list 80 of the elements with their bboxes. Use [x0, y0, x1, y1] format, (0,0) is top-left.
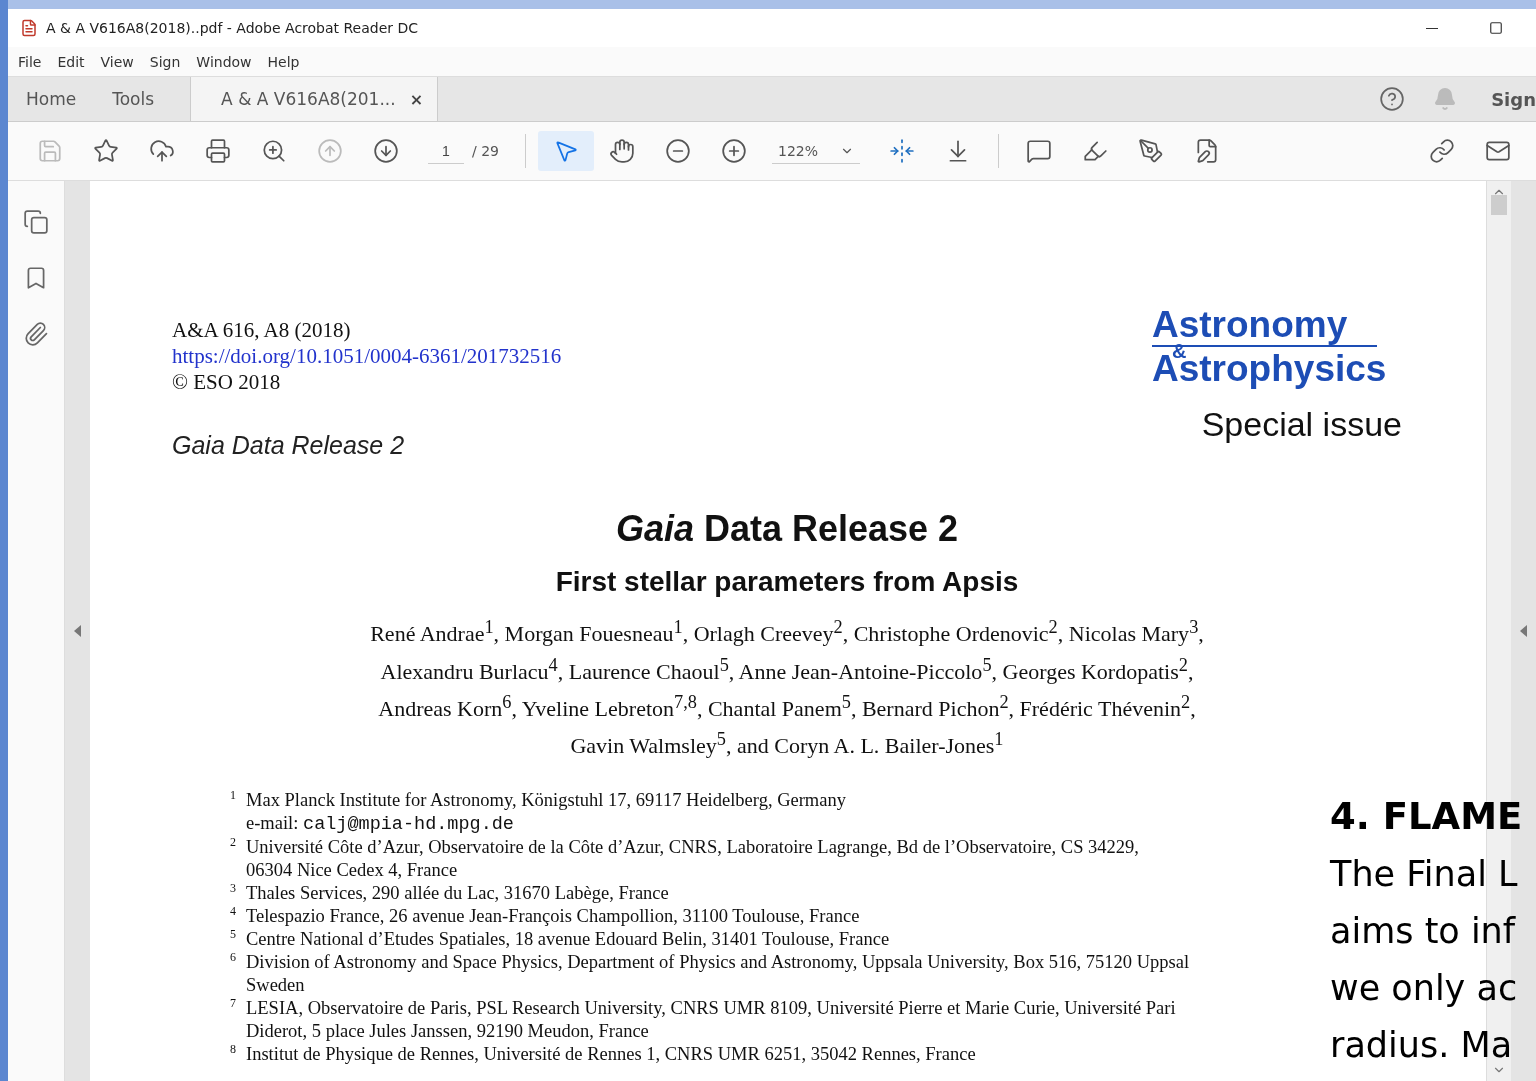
page-count: / 29: [472, 143, 499, 159]
footnote-number: 6: [230, 951, 237, 967]
minus-circle-icon: [665, 138, 691, 164]
author-line: Gavin Walmsley$^{5}$, and Coryn A. L. Bailer-Jones$^{1}$: [569, 728, 1005, 761]
affiliation-line: LESIA, Observatoire de Paris, PSL Research University, CNRS UMR 8109, Université Pierre et Marie Curie, Université Pari: [246, 997, 1176, 1021]
doi-link[interactable]: https://doi.org/10.1051/0004-6361/201732516: [172, 344, 562, 368]
zoom-dropdown[interactable]: 122%: [772, 138, 860, 164]
special-issue-label: Special issue: [1200, 405, 1402, 444]
collapse-right-icon[interactable]: [1520, 625, 1527, 637]
menu-item[interactable]: Help: [261, 51, 306, 72]
slide-text-line: we only ac: [1330, 967, 1518, 1010]
scroll-thumb[interactable]: [1491, 195, 1507, 215]
tab[interactable]: Home: [8, 77, 95, 121]
fit-width-icon: [889, 138, 915, 164]
attachments-button[interactable]: [23, 321, 49, 347]
minimize-icon: [1426, 27, 1438, 29]
cloud-upload-icon: [149, 138, 175, 164]
envelope-icon: [1485, 138, 1511, 164]
citation: A&A 616, A8 (2018): [172, 317, 352, 343]
select-tool-button[interactable]: [538, 131, 594, 171]
tab-label: A & A V616A8(201...: [221, 89, 396, 109]
link-icon: [1429, 138, 1455, 164]
arrow-down-circle-icon: [373, 138, 399, 164]
speech-bubble-icon: [1026, 138, 1052, 164]
pen-nib-icon: [1138, 138, 1164, 164]
series-title: Gaia Data Release 2: [172, 431, 406, 460]
slide-text-line: The Final L: [1330, 853, 1518, 896]
maximize-icon: [1489, 21, 1503, 35]
tab[interactable]: A & A V616A8(201... ×: [190, 77, 439, 121]
copyright: © ESO 2018: [172, 369, 282, 395]
slide-text-line: radius. Ma: [1330, 1024, 1513, 1067]
menu-item[interactable]: View: [94, 51, 140, 72]
author-line: Andreas Korn$^{6}$, Yveline Lebreton$^{7,8}$, Chantal Panem$^{5}$, Bernard Pichon$^{2}$, Frédéric Thévenin$^{2}$,: [377, 690, 1197, 723]
footnote-number: 2: [230, 836, 237, 852]
paperclip-icon: [23, 321, 49, 347]
affiliation-line: Thales Services, 290 allée du Lac, 31670 Labège, France: [246, 882, 669, 906]
affiliation-line: Division of Astronomy and Space Physics, Department of Physics and Astronomy, Uppsala University, Box 516, 75120 Uppsal: [246, 951, 1190, 975]
arrow-up-circle-icon: [317, 138, 343, 164]
pages-icon: [23, 209, 49, 235]
footnote-number: 4: [230, 905, 237, 921]
paper-subtitle: First stellar parameters from Apsis: [554, 566, 1020, 598]
plus-circle-icon: [721, 138, 747, 164]
affiliation-line: Max Planck Institute for Astronomy, Königstuhl 17, 69117 Heidelberg, Germany: [246, 789, 846, 813]
affiliation-line: Diderot, 5 place Jules Janssen, 92190 Meudon, France: [246, 1020, 650, 1044]
email-line: e-mail: calj@mpia-hd.mpg.de: [246, 812, 515, 837]
affiliation-line: Telespazio France, 26 avenue Jean-François Champollion, 31100 Toulouse, France: [246, 905, 860, 929]
slide-text-line: aims to inf: [1330, 910, 1516, 953]
affiliation-line: Institut de Physique de Rennes, Université de Rennes 1, CNRS UMR 6251, 35042 Rennes, France: [246, 1043, 976, 1067]
menu-item[interactable]: Window: [190, 51, 258, 72]
menu-item[interactable]: File: [12, 51, 48, 72]
paper-title: Gaia Data Release 2: [614, 508, 960, 550]
footnote-number: 1: [230, 789, 237, 805]
window-title: A & A V616A8(2018)..pdf - Adobe Acrobat Reader DC: [46, 20, 420, 36]
affiliation-line: 06304 Nice Cedex 4, France: [246, 859, 459, 883]
sign-in-button[interactable]: Sign: [1471, 77, 1536, 121]
pdf-app-icon: [20, 19, 38, 37]
menu-item[interactable]: Sign: [143, 51, 187, 72]
hand-icon: [609, 138, 635, 164]
affiliation-line: Centre National d’Etudes Spatiales, 18 avenue Edouard Belin, 31401 Toulouse, France: [246, 928, 890, 952]
footnote-number: 5: [230, 928, 237, 944]
affiliation-line: Université Côte d’Azur, Observatoire de la Côte d’Azur, CNRS, Laboratoire Lagrange, Bd de l’Observatoire, CS 34229,: [246, 836, 1139, 860]
affiliation-line: Sweden: [246, 974, 306, 998]
tab[interactable]: Tools: [94, 77, 173, 121]
footnote-number: 7: [230, 997, 237, 1013]
page-number-field[interactable]: 1: [428, 138, 464, 164]
author-line: Alexandru Burlacu$^{4}$, Laurence Chaoul$^{5}$, Anne Jean-Antoine-Piccolo$^{5}$, Georges Kordopatis$^{2}$,: [379, 653, 1195, 686]
menu-item[interactable]: Edit: [51, 51, 91, 72]
printer-icon: [205, 138, 231, 164]
magnifier-icon: [261, 138, 287, 164]
close-tab-button[interactable]: ×: [409, 89, 424, 109]
star-icon: [93, 138, 119, 164]
page-thumbnails-button[interactable]: [23, 209, 49, 235]
help-icon: [1379, 86, 1406, 112]
footnote-number: 8: [230, 1043, 237, 1059]
slide-heading: 4. FLAME: [1330, 795, 1523, 839]
collapse-left-icon[interactable]: [74, 625, 81, 637]
file-pen-icon: [1194, 138, 1220, 164]
bell-icon: [1433, 87, 1458, 111]
author-line: René Andrae$^{1}$, Morgan Fouesneau$^{1}$, Orlagh Creevey$^{2}$, Christophe Ordenovic$^{2}$, Nicolas Mary$^{3}$,: [369, 616, 1205, 649]
footnote-number: 3: [230, 882, 237, 898]
